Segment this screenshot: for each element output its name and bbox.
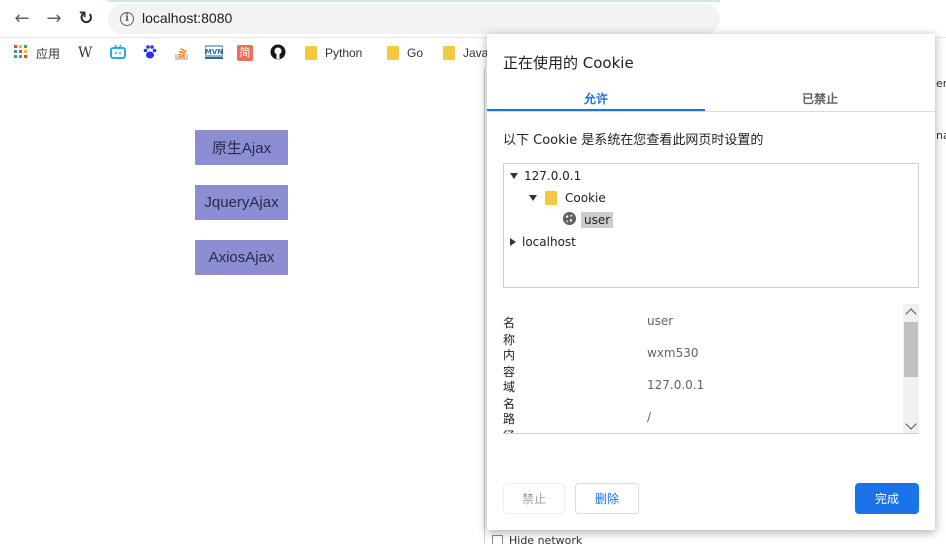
reload-icon: ↻ bbox=[78, 8, 94, 29]
collapse-arrow-icon[interactable] bbox=[510, 238, 516, 246]
maven-icon: MVN bbox=[204, 44, 224, 63]
tree-node-host[interactable]: 127.0.0.1 bbox=[510, 167, 581, 185]
hide-network-checkbox[interactable] bbox=[492, 535, 503, 544]
bookmark-mvn[interactable]: MVN bbox=[204, 43, 224, 63]
detail-value: 127.0.0.1 bbox=[647, 378, 705, 392]
folder-icon bbox=[387, 46, 399, 60]
github-icon bbox=[270, 44, 286, 63]
info-icon[interactable]: i bbox=[120, 12, 134, 26]
axios-ajax-button[interactable]: AxiosAjax bbox=[195, 240, 288, 275]
details-scrollbar[interactable] bbox=[903, 304, 919, 433]
bookmark-apps-label: 应用 bbox=[36, 46, 61, 61]
expand-arrow-icon[interactable] bbox=[529, 195, 537, 201]
loading-bar bbox=[108, 0, 720, 2]
devtools-fragment: er bbox=[936, 77, 946, 90]
forward-button[interactable]: → bbox=[43, 8, 65, 30]
cookie-icon bbox=[562, 211, 577, 229]
detail-key: 内容 bbox=[503, 348, 516, 379]
stackoverflow-icon bbox=[174, 44, 190, 63]
detail-value: user bbox=[647, 314, 674, 328]
tree-node-label: user bbox=[581, 212, 614, 228]
scroll-down-icon[interactable] bbox=[905, 418, 917, 430]
dialog-tabs: 允许 已禁止 bbox=[487, 86, 935, 112]
bookmark-stackoverflow[interactable] bbox=[174, 43, 190, 63]
apps-grid-icon bbox=[14, 45, 30, 61]
forward-icon: → bbox=[46, 8, 62, 29]
address-bar[interactable]: i localhost:8080 bbox=[108, 4, 720, 34]
expand-arrow-icon[interactable] bbox=[510, 173, 518, 179]
bookmark-baidu[interactable] bbox=[142, 43, 158, 63]
cookie-details: 名称 user 内容 wxm530 域名 127.0.0.1 路径 / bbox=[503, 304, 919, 434]
bookmark-folder-label: Go bbox=[407, 46, 424, 60]
cookie-tree: 127.0.0.1 Cookie user localhost bbox=[503, 163, 919, 288]
hide-network-option[interactable]: Hide network bbox=[492, 534, 582, 544]
dialog-title: 正在使用的 Cookie bbox=[503, 54, 634, 72]
scroll-up-icon[interactable] bbox=[905, 308, 917, 320]
bookmark-folder-go[interactable]: Go bbox=[387, 43, 423, 63]
detail-key: 域名 bbox=[503, 380, 516, 411]
folder-icon bbox=[305, 46, 317, 60]
detail-key: 名称 bbox=[503, 316, 516, 347]
jianshu-icon: 简 bbox=[237, 45, 253, 61]
bookmark-github[interactable] bbox=[270, 43, 286, 63]
tree-node-label: 127.0.0.1 bbox=[524, 169, 582, 183]
detail-value: / bbox=[647, 410, 652, 424]
back-button[interactable]: ← bbox=[11, 8, 33, 30]
tree-node-cookie-folder[interactable]: Cookie bbox=[529, 189, 606, 207]
browser-toolbar: ← → ↻ i localhost:8080 bbox=[0, 0, 946, 38]
folder-icon bbox=[443, 46, 455, 60]
remove-button[interactable]: 删除 bbox=[575, 483, 639, 514]
bookmark-folder-label: Java bbox=[463, 46, 489, 60]
folder-icon bbox=[545, 191, 557, 205]
bookmark-folder-label: Python bbox=[325, 46, 363, 60]
devtools-fragment: na bbox=[936, 129, 946, 142]
done-button[interactable]: 完成 bbox=[855, 483, 919, 514]
back-icon: ← bbox=[14, 8, 30, 29]
tab-allowed[interactable]: 允许 bbox=[487, 90, 705, 107]
active-tab-indicator bbox=[487, 109, 705, 111]
wikipedia-icon: W bbox=[78, 45, 93, 61]
native-ajax-button[interactable]: 原生Ajax bbox=[195, 130, 288, 165]
tree-node-cookie-user[interactable]: user bbox=[562, 211, 614, 229]
tree-node-label: Cookie bbox=[565, 191, 606, 205]
hide-network-label: Hide network bbox=[509, 534, 583, 544]
cookies-dialog: 正在使用的 Cookie 允许 已禁止 以下 Cookie 是系统在您查看此网页… bbox=[487, 34, 935, 530]
bookmark-apps[interactable]: 应用 bbox=[14, 43, 60, 63]
bookmark-wikipedia[interactable]: W bbox=[78, 43, 92, 63]
bookmark-bilibili[interactable] bbox=[110, 43, 126, 63]
svg-text:MVN: MVN bbox=[205, 48, 223, 56]
url-text[interactable]: localhost:8080 bbox=[142, 10, 232, 26]
tab-blocked[interactable]: 已禁止 bbox=[711, 90, 929, 107]
baidu-paw-icon bbox=[142, 44, 158, 63]
block-button[interactable]: 禁止 bbox=[503, 483, 565, 514]
detail-value: wxm530 bbox=[647, 346, 699, 360]
bookmark-jianshu[interactable]: 简 bbox=[237, 43, 253, 63]
cookies-description: 以下 Cookie 是系统在您查看此网页时设置的 bbox=[503, 133, 764, 148]
bilibili-icon bbox=[110, 44, 126, 63]
browser-window: ← → ↻ i localhost:8080 应用 W MVN 简 Python… bbox=[0, 0, 946, 544]
tree-node-localhost[interactable]: localhost bbox=[510, 233, 576, 251]
reload-button[interactable]: ↻ bbox=[75, 8, 97, 30]
tree-node-label: localhost bbox=[522, 235, 576, 249]
scrollbar-thumb[interactable] bbox=[904, 322, 918, 377]
bookmark-folder-python[interactable]: Python bbox=[305, 43, 362, 63]
detail-key: 路径 bbox=[503, 412, 516, 433]
jquery-ajax-button[interactable]: JqueryAjax bbox=[195, 185, 288, 220]
bookmark-folder-java[interactable]: Java bbox=[443, 43, 488, 63]
